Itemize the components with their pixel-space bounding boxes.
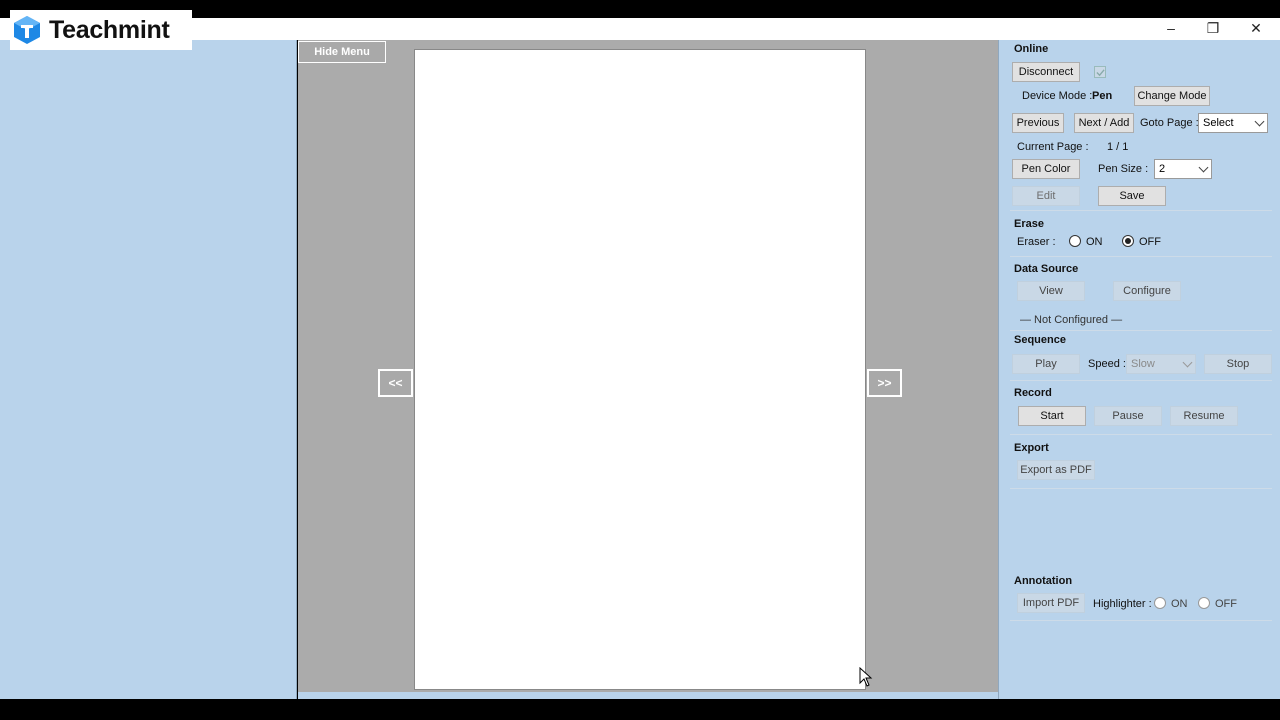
- speed-label: Speed :: [1088, 358, 1126, 370]
- previous-page-arrow-button[interactable]: <<: [378, 369, 413, 397]
- canvas-scroll-strip: [298, 692, 998, 699]
- chevron-down-icon: [1198, 162, 1209, 172]
- export-pdf-button[interactable]: Export as PDF: [1017, 460, 1095, 480]
- goto-page-label: Goto Page :: [1140, 117, 1199, 129]
- data-source-section-title: Data Source: [1014, 263, 1079, 275]
- current-page-label: Current Page :: [1017, 141, 1089, 153]
- divider: [1010, 380, 1272, 381]
- minimize-button[interactable]: –: [1151, 18, 1191, 38]
- brand-name: Teachmint: [49, 15, 170, 44]
- pen-size-label: Pen Size :: [1098, 163, 1149, 175]
- divider: [1010, 210, 1272, 211]
- restore-button[interactable]: ❐: [1193, 18, 1233, 38]
- minimize-icon: –: [1167, 20, 1175, 36]
- disconnect-button[interactable]: Disconnect: [1012, 62, 1080, 82]
- close-icon: ✕: [1250, 19, 1262, 36]
- restore-icon: ❐: [1206, 19, 1220, 36]
- change-mode-button[interactable]: Change Mode: [1134, 86, 1210, 106]
- eraser-on-radio[interactable]: [1069, 235, 1081, 247]
- teachmint-logo-icon: [14, 16, 40, 44]
- stop-button[interactable]: Stop: [1204, 354, 1272, 374]
- title-bar: [0, 18, 1280, 40]
- play-button[interactable]: Play: [1012, 354, 1080, 374]
- resume-record-button[interactable]: Resume: [1170, 406, 1238, 426]
- pause-record-button[interactable]: Pause: [1094, 406, 1162, 426]
- eraser-on-label: ON: [1086, 236, 1103, 248]
- divider: [1010, 620, 1272, 621]
- divider: [1010, 330, 1272, 331]
- pen-size-value: 2: [1159, 163, 1166, 175]
- close-button[interactable]: ✕: [1236, 18, 1276, 38]
- highlighter-label: Highlighter :: [1093, 598, 1152, 610]
- chevron-down-icon: [1182, 357, 1193, 367]
- goto-page-select[interactable]: Select: [1198, 113, 1268, 133]
- eraser-off-label: OFF: [1139, 236, 1161, 248]
- hide-menu-button[interactable]: Hide Menu: [298, 41, 386, 63]
- pen-color-button[interactable]: Pen Color: [1012, 159, 1080, 179]
- highlighter-off-radio[interactable]: [1198, 597, 1210, 609]
- checkmark-icon: [1095, 68, 1105, 76]
- view-button[interactable]: View: [1017, 281, 1085, 301]
- next-page-arrow-button[interactable]: >>: [867, 369, 902, 397]
- previous-button[interactable]: Previous: [1012, 113, 1064, 133]
- eraser-label: Eraser :: [1017, 236, 1056, 248]
- import-pdf-button[interactable]: Import PDF: [1017, 593, 1085, 613]
- mouse-pointer-icon: [859, 667, 873, 687]
- online-section-title: Online: [1014, 43, 1049, 55]
- online-checkbox[interactable]: [1094, 66, 1106, 78]
- current-page-value: 1 / 1: [1107, 141, 1129, 153]
- highlighter-off-label: OFF: [1215, 598, 1237, 610]
- speed-select[interactable]: Slow: [1126, 354, 1196, 374]
- next-add-button[interactable]: Next / Add: [1074, 113, 1134, 133]
- configure-button[interactable]: Configure: [1113, 281, 1181, 301]
- divider: [1010, 488, 1272, 489]
- edit-button[interactable]: Edit: [1012, 186, 1080, 206]
- data-source-status: — Not Configured —: [1020, 314, 1123, 326]
- speed-value: Slow: [1131, 358, 1155, 370]
- device-mode-value: Pen: [1092, 90, 1113, 102]
- pen-size-select[interactable]: 2: [1154, 159, 1212, 179]
- divider: [1010, 256, 1272, 257]
- save-button[interactable]: Save: [1098, 186, 1166, 206]
- device-mode-label: Device Mode :: [1022, 90, 1093, 102]
- eraser-off-radio[interactable]: [1122, 235, 1134, 247]
- start-record-button[interactable]: Start: [1018, 406, 1086, 426]
- divider: [1010, 434, 1272, 435]
- record-section-title: Record: [1014, 387, 1052, 399]
- drawing-page[interactable]: [414, 49, 866, 690]
- brand-logo: Teachmint: [10, 10, 192, 50]
- left-panel: [0, 40, 297, 699]
- erase-section-title: Erase: [1014, 218, 1044, 230]
- goto-page-value: Select: [1203, 117, 1234, 129]
- highlighter-on-radio[interactable]: [1154, 597, 1166, 609]
- annotation-section-title: Annotation: [1014, 575, 1073, 587]
- highlighter-on-label: ON: [1171, 598, 1188, 610]
- chevron-down-icon: [1254, 116, 1265, 126]
- sequence-section-title: Sequence: [1014, 334, 1066, 346]
- export-section-title: Export: [1014, 442, 1049, 454]
